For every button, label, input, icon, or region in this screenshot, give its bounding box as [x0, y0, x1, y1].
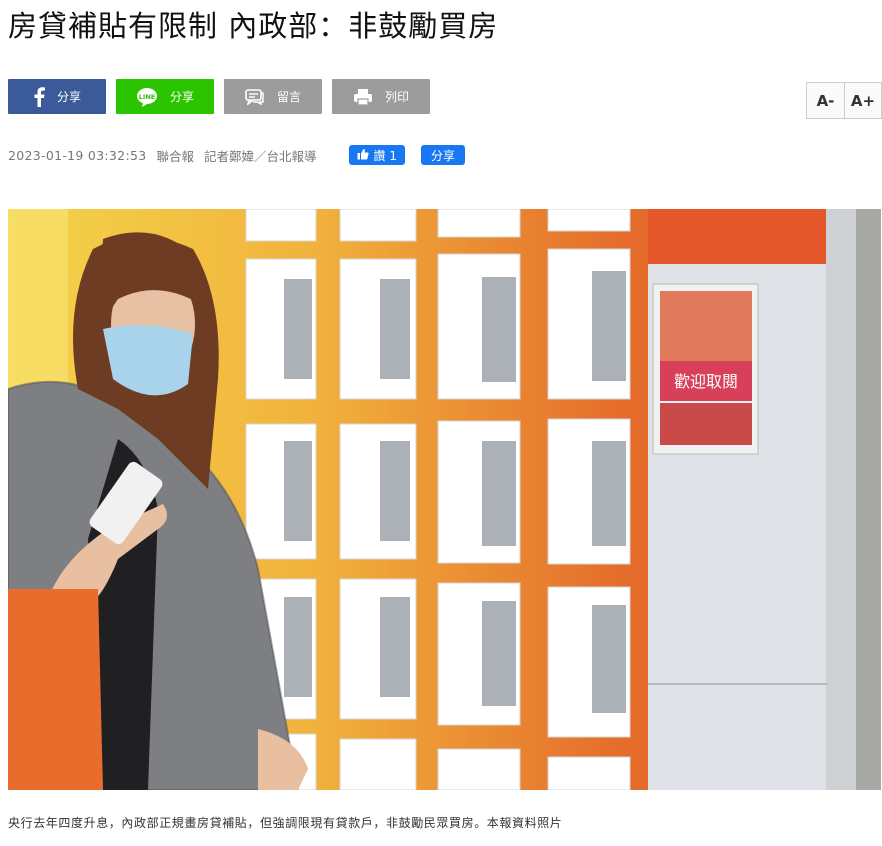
svg-text:LINE: LINE [139, 93, 155, 101]
print-label: 列印 [384, 90, 409, 104]
brochure-sign-text: 歡迎取閱 [674, 372, 738, 391]
line-icon: LINE [136, 87, 158, 107]
facebook-like-button[interactable]: 讚 1 [348, 145, 405, 165]
printer-icon [353, 88, 373, 106]
facebook-share-small-button[interactable]: 分享 [420, 145, 465, 165]
article-headline: 房貸補貼有限制 內政部：非鼓勵買房 [8, 9, 499, 43]
source-name: 聯合報 [156, 148, 194, 164]
font-size-control: A- A+ [806, 82, 882, 119]
publish-date: 2023-01-19 03:32:53 [8, 147, 147, 163]
article-meta: 2023-01-19 03:32:53 聯合報 記者鄭媁／台北報導 讚 1 分享 [8, 145, 465, 165]
font-increase-button[interactable]: A+ [844, 83, 881, 118]
photo-caption: 央行去年四度升息，內政部正規畫房貸補貼，但強調限現有貸款戶，非鼓勵民眾買房。本報… [8, 816, 563, 830]
facebook-icon [33, 86, 45, 107]
font-decrease-button[interactable]: A- [807, 83, 844, 118]
like-label: 讚 1 [373, 148, 397, 163]
facebook-share-label: 分享 [56, 90, 81, 104]
comment-label: 留言 [276, 90, 301, 104]
line-share-button[interactable]: LINE 分享 [116, 79, 214, 114]
comment-button[interactable]: 留言 [224, 79, 322, 114]
facebook-share-button[interactable]: 分享 [8, 79, 106, 114]
share-bar: 分享 LINE 分享 留言 列印 [8, 79, 430, 114]
brochure: 歡迎取閱 [652, 283, 759, 455]
article-photo: 歡迎取閱 [8, 209, 881, 790]
author-byline: 記者鄭媁／台北報導 [203, 148, 317, 164]
line-share-label: 分享 [169, 90, 194, 104]
comment-icon [245, 88, 265, 105]
print-button[interactable]: 列印 [332, 79, 430, 114]
thumbs-up-icon [357, 148, 369, 163]
